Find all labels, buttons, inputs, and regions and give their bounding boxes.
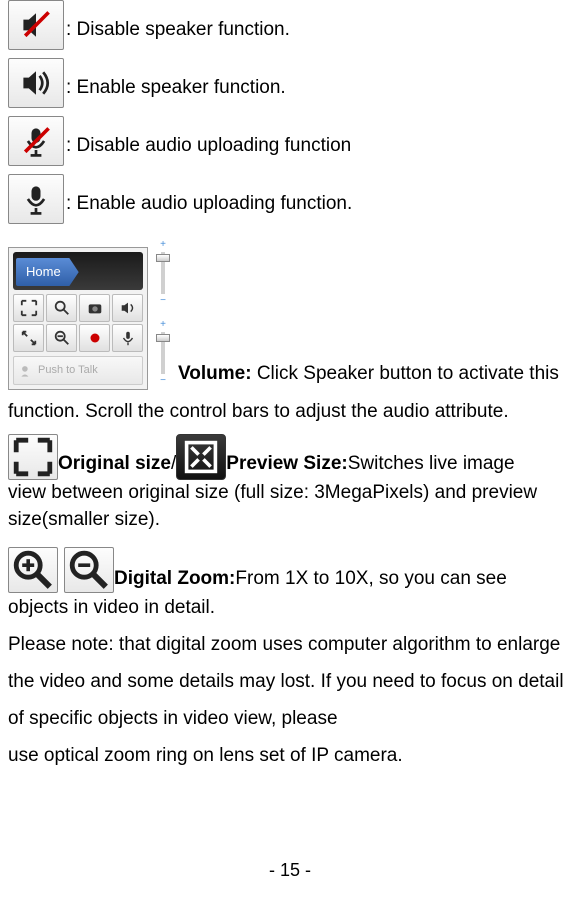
- original-size-label: Original size: [58, 448, 171, 480]
- fullscreen-icon[interactable]: [13, 294, 44, 322]
- preview-size-label: Preview Size:: [226, 448, 347, 480]
- push-to-talk-button[interactable]: Push to Talk: [13, 356, 143, 385]
- speaker-muted-icon: [8, 0, 64, 50]
- mic-muted-icon: [8, 116, 64, 166]
- resize-icon[interactable]: [13, 324, 44, 352]
- demagnify-icon[interactable]: [46, 324, 77, 352]
- size-text-2: view between original size (full size: 3…: [8, 480, 572, 533]
- slider-1[interactable]: +−: [148, 240, 178, 306]
- volume-label: Volume:: [178, 363, 252, 384]
- small-speaker-icon[interactable]: [112, 294, 143, 322]
- volume-sliders: +− +−: [148, 236, 178, 390]
- original-size-icon: [8, 434, 58, 480]
- zoom-text-1: From 1X to 10X, so you can see: [235, 563, 506, 595]
- record-icon[interactable]: [79, 324, 110, 352]
- note-text-2: use optical zoom ring on lens set of IP …: [8, 737, 572, 774]
- note-text: Please note: that digital zoom uses comp…: [8, 626, 572, 737]
- volume-line-2: function. Scroll the control bars to adj…: [8, 396, 572, 428]
- mic-disable-text: : Disable audio uploading function: [66, 130, 351, 166]
- speaker-disable-text: : Disable speaker function.: [66, 14, 290, 50]
- zoom-in-icon: [8, 547, 58, 593]
- volume-inline-1: Volume: Click Speaker button to activate…: [178, 358, 559, 390]
- page-number: - 15 -: [0, 855, 580, 886]
- speaker-enable-text: : Enable speaker function.: [66, 72, 286, 108]
- size-text-1: Switches live image: [348, 448, 515, 480]
- small-mic-icon[interactable]: [112, 324, 143, 352]
- zoom-out-icon: [64, 547, 114, 593]
- control-panel: Home Push to Talk: [8, 247, 148, 390]
- zoom-label: Digital Zoom:: [114, 563, 235, 595]
- slider-2[interactable]: +−: [148, 320, 178, 386]
- mic-enable-text: : Enable audio uploading function.: [66, 188, 352, 224]
- speaker-on-icon: [8, 58, 64, 108]
- preview-size-icon: [176, 434, 226, 480]
- zoom-text-2: objects in video in detail.: [8, 595, 572, 622]
- home-button[interactable]: Home: [16, 258, 79, 286]
- camera-icon[interactable]: [79, 294, 110, 322]
- mic-on-icon: [8, 174, 64, 224]
- magnify-icon[interactable]: [46, 294, 77, 322]
